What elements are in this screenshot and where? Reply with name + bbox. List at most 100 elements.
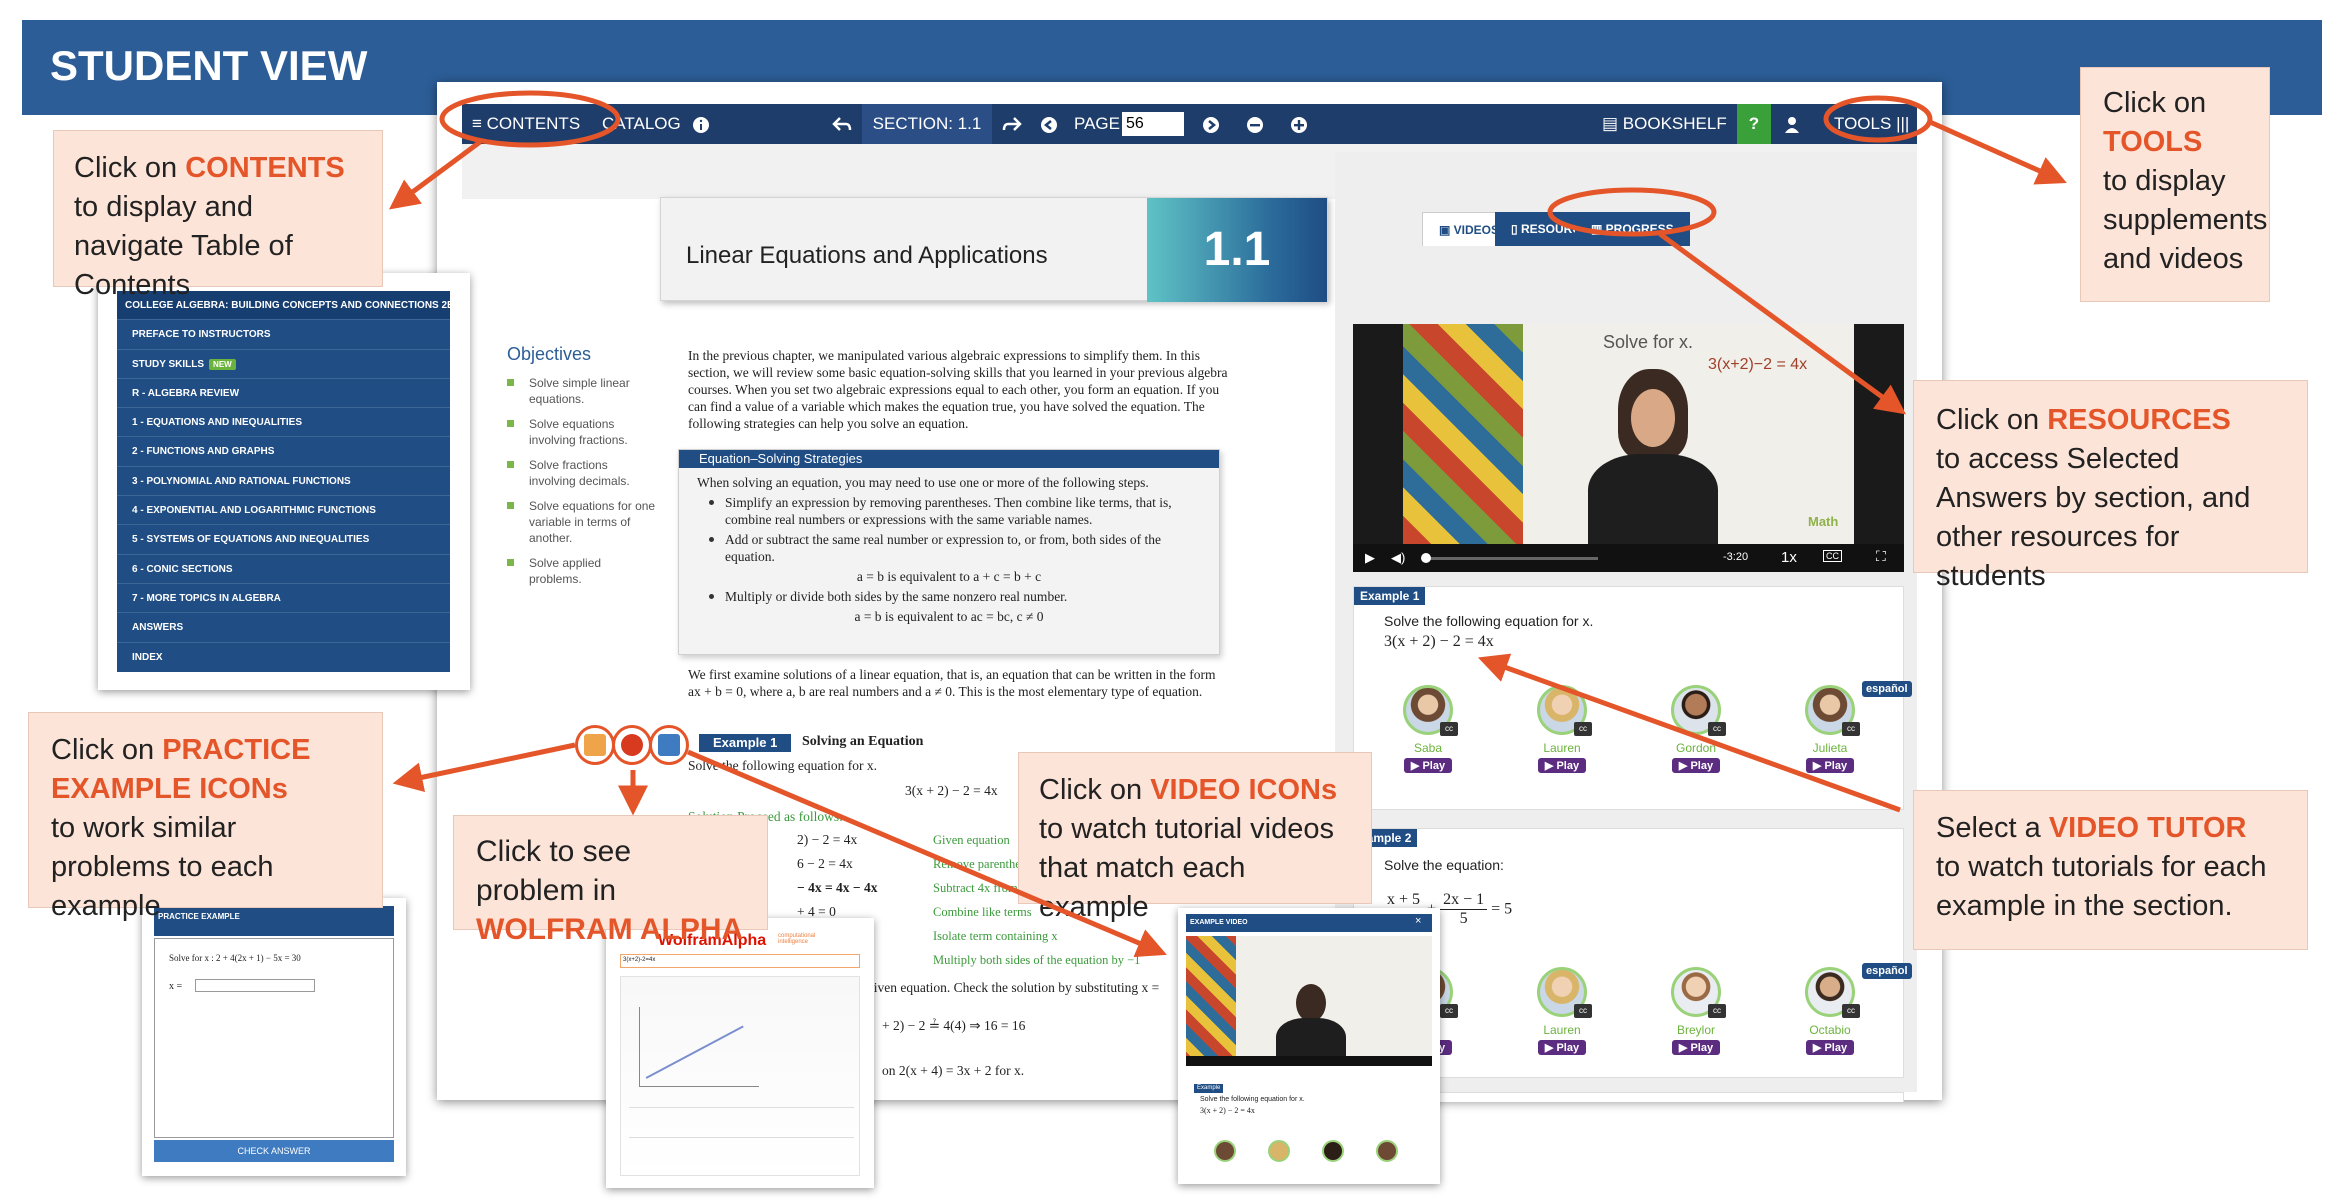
- toc-item[interactable]: ANSWERS: [117, 613, 450, 643]
- tutor-saba[interactable]: cc Saba ▶ Play: [1398, 685, 1458, 774]
- help-button[interactable]: ?: [1737, 104, 1771, 144]
- tutor-name: Gordon: [1675, 741, 1717, 755]
- bookshelf-label: BOOKSHELF: [1622, 114, 1727, 133]
- tools-label: TOOLS: [1834, 114, 1892, 133]
- tab-progress[interactable]: ▥ PROGRESS: [1575, 212, 1690, 246]
- practice-example-icon[interactable]: [575, 725, 615, 765]
- play-button[interactable]: ▶ Play: [1805, 758, 1855, 773]
- next-page-icon[interactable]: [1202, 104, 1220, 144]
- callout-keyword: CONTENTS: [185, 152, 345, 184]
- back-icon[interactable]: [832, 104, 852, 144]
- section-title: Linear Equations and Applications: [686, 242, 1048, 269]
- cc-icon: cc: [1708, 1004, 1726, 1018]
- play-button[interactable]: ▶ Play: [1403, 758, 1453, 773]
- tutor-julieta[interactable]: cc Julieta ▶ Play: [1800, 685, 1860, 774]
- solution-note: Isolate term containing x: [933, 929, 1058, 943]
- tools-button[interactable]: TOOLS |||: [1834, 104, 1909, 144]
- toc-item[interactable]: 3 - POLYNOMIAL AND RATIONAL FUNCTIONS: [117, 467, 450, 497]
- close-icon[interactable]: ×: [1415, 915, 1421, 927]
- example1-badge: Example 1: [699, 734, 792, 752]
- solution-step: 6 − 2 = 4x: [797, 856, 853, 871]
- avatar[interactable]: [1214, 1140, 1236, 1162]
- captions-icon[interactable]: CC: [1823, 550, 1842, 562]
- toc-item[interactable]: PREFACE TO INSTRUCTORS: [117, 320, 450, 350]
- toc-item[interactable]: 1 - EQUATIONS AND INEQUALITIES: [117, 408, 450, 438]
- prev-page-icon[interactable]: [1040, 104, 1058, 144]
- practice-popup: PRACTICE EXAMPLE Solve for x : 2 + 4(2x …: [142, 898, 406, 1176]
- tutor-octabio[interactable]: cc Octabio ▶ Play: [1800, 967, 1860, 1056]
- avatar[interactable]: [1268, 1140, 1290, 1162]
- bookshelf-button[interactable]: ▤ BOOKSHELF: [1602, 104, 1727, 144]
- page-label: PAGE: [1074, 114, 1120, 133]
- toc-item[interactable]: 7 - MORE TOPICS IN ALGEBRA: [117, 584, 450, 614]
- wolfram-divider: [629, 1137, 854, 1138]
- catalog-button[interactable]: CATALOG: [602, 104, 681, 144]
- intro-paragraph: In the previous chapter, we manipulated …: [688, 348, 1228, 431]
- progress-handle[interactable]: [1421, 553, 1431, 563]
- objectives-heading: Objectives: [507, 344, 592, 364]
- example1-equation: 3(x + 2) − 2 = 4x: [905, 783, 998, 798]
- user-icon[interactable]: [1784, 104, 1800, 144]
- wolfram-popup: WolframAlpha computational intelligence …: [606, 918, 874, 1188]
- strategy-formula: a = b is equivalent to ac = bc, c ≠ 0: [854, 609, 1044, 624]
- video-player[interactable]: Solve for x. 3(x+2)−2 = 4x Math ▶ ◀) -3:…: [1353, 324, 1904, 572]
- avatar[interactable]: [1376, 1140, 1398, 1162]
- tutor-name: Saba: [1413, 741, 1443, 755]
- progress-track[interactable]: [1423, 557, 1598, 560]
- practice-prompt: Solve for x : 2 + 4(2x + 1) − 5x = 30: [169, 953, 301, 963]
- toc-item[interactable]: 6 - CONIC SECTIONS: [117, 555, 450, 584]
- page-number-input[interactable]: [1122, 112, 1184, 136]
- toc-item[interactable]: 5 - SYSTEMS OF EQUATIONS AND INEQUALITIE…: [117, 525, 450, 555]
- fullscreen-icon[interactable]: ⛶: [1876, 548, 1886, 565]
- wolfram-callout: Click to see problem in WOLFRAM ALPHA: [453, 815, 768, 946]
- play-icon[interactable]: ▶: [1365, 550, 1375, 566]
- wolfram-icon[interactable]: [612, 725, 652, 765]
- banner-title: STUDENT VIEW: [50, 42, 368, 89]
- callout-keyword: VIDEO TUTOR: [2048, 812, 2247, 844]
- callout-text: Select a: [1936, 812, 2049, 844]
- tutor-name: Breylor: [1676, 1023, 1715, 1037]
- toc-item-study-skills[interactable]: STUDY SKILLS NEW: [117, 350, 450, 379]
- play-label: Play: [1824, 760, 1848, 772]
- callout-keyword: TOOLS: [2103, 126, 2203, 158]
- play-button[interactable]: ▶ Play: [1671, 758, 1721, 773]
- zoom-in-icon[interactable]: [1290, 104, 1308, 144]
- check-answer-button[interactable]: CHECK ANSWER: [154, 1140, 394, 1162]
- play-button[interactable]: ▶ Play: [1537, 758, 1587, 773]
- menu-icon: ≡: [472, 114, 482, 133]
- example-prompt: Solve the following equation for x.: [1384, 613, 1594, 629]
- example1-title: Solving an Equation: [802, 734, 924, 749]
- speed-control[interactable]: 1x: [1781, 549, 1797, 566]
- play-button[interactable]: ▶ Play: [1805, 1040, 1855, 1055]
- tutor-breylor[interactable]: cc Breylor ▶ Play: [1666, 967, 1726, 1056]
- toc-item[interactable]: 2 - FUNCTIONS AND GRAPHS: [117, 437, 450, 467]
- solution-step: 2) − 2 = 4x: [797, 832, 858, 847]
- zoom-out-icon[interactable]: [1246, 104, 1264, 144]
- forward-icon[interactable]: [1002, 104, 1022, 144]
- objective-item: Solve equations involving fractions.: [507, 416, 657, 448]
- tutor-lauren[interactable]: cc Lauren ▶ Play: [1532, 685, 1592, 774]
- play-button[interactable]: ▶ Play: [1671, 1040, 1721, 1055]
- toc-item[interactable]: INDEX: [117, 643, 450, 672]
- toc-item[interactable]: R - ALGEBRA REVIEW: [117, 379, 450, 409]
- avatar[interactable]: [1322, 1140, 1344, 1162]
- wolfram-results: [620, 976, 860, 1176]
- practice-answer-input[interactable]: [195, 979, 315, 992]
- video-painting: [1403, 324, 1523, 544]
- play-button[interactable]: ▶ Play: [1537, 1040, 1587, 1055]
- book-icon: ▤: [1602, 114, 1619, 133]
- tutor-gordon[interactable]: cc Gordon ▶ Play: [1666, 685, 1726, 774]
- toc-item[interactable]: 4 - EXPONENTIAL AND LOGARITHMIC FUNCTION…: [117, 496, 450, 526]
- cc-icon: cc: [1842, 722, 1860, 736]
- volume-icon[interactable]: ◀): [1391, 550, 1405, 566]
- video-icon[interactable]: [649, 725, 689, 765]
- tutor-lauren[interactable]: cc Lauren ▶ Play: [1532, 967, 1592, 1056]
- wolfram-query-input[interactable]: 3(x+2)-2=4x: [620, 954, 860, 968]
- example1-prompt: Solve the following equation for x.: [688, 758, 877, 773]
- video-controls: ▶ ◀) -3:20 1x CC ⛶: [1353, 544, 1904, 572]
- section-indicator[interactable]: SECTION: 1.1: [862, 104, 992, 144]
- info-icon[interactable]: [692, 104, 710, 144]
- video-popup-frame[interactable]: [1186, 936, 1432, 1066]
- callout-text: Click on: [2103, 87, 2207, 119]
- contents-button[interactable]: ≡ CONTENTS: [472, 104, 580, 144]
